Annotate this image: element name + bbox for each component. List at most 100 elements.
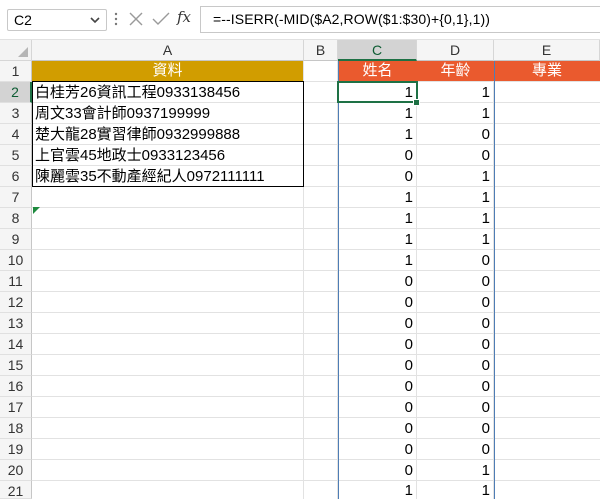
gridline (32, 228, 600, 229)
spreadsheet-grid[interactable]: A B C D E 1 2 3 4 5 6 7 8 9 10 11 12 13 … (0, 40, 600, 499)
cell-c-value[interactable]: 0 (338, 460, 417, 481)
cell-c-value[interactable]: 1 (338, 229, 417, 250)
cancel-icon[interactable] (128, 11, 144, 27)
cell-d-value[interactable]: 1 (417, 166, 494, 187)
cell-c-value[interactable]: 0 (338, 355, 417, 376)
gridline (32, 249, 600, 250)
row-header[interactable]: 11 (0, 271, 32, 292)
row-header[interactable]: 8 (0, 208, 32, 229)
row-header[interactable]: 9 (0, 229, 32, 250)
column-header-c[interactable]: C (338, 40, 417, 61)
cell-c-value[interactable]: 1 (338, 82, 417, 103)
gridline (32, 312, 600, 313)
formula-bar: C2 fx =--ISERR(-MID($A2,ROW($1:$30)+{0,1… (0, 0, 600, 40)
cell-d-value[interactable]: 0 (417, 250, 494, 271)
row-header[interactable]: 13 (0, 313, 32, 334)
cell-c-value[interactable]: 0 (338, 292, 417, 313)
gridline (32, 417, 600, 418)
row-header[interactable]: 5 (0, 145, 32, 166)
row-header[interactable]: 6 (0, 166, 32, 187)
cell-d-value[interactable]: 0 (417, 439, 494, 460)
insert-function-icon[interactable]: fx (177, 8, 191, 26)
column-header-a[interactable]: A (32, 40, 304, 61)
cell-d-value[interactable]: 0 (417, 418, 494, 439)
cell-c1-header[interactable]: 姓名 (338, 61, 417, 81)
cell-c-value[interactable]: 0 (338, 145, 417, 166)
gridline (32, 375, 600, 376)
cell-a-data[interactable]: 楚大龍28實習律師0932999888 (32, 124, 303, 145)
gridline (32, 291, 600, 292)
column-header-b[interactable]: B (304, 40, 338, 61)
column-header-e[interactable]: E (494, 40, 600, 61)
cell-a-data[interactable]: 陳麗雲35不動產經紀人0972111111 (32, 166, 303, 187)
cell-d-value[interactable]: 0 (417, 397, 494, 418)
cell-c-value[interactable]: 1 (338, 187, 417, 208)
cell-c-value[interactable]: 1 (338, 481, 417, 499)
cell-c-value[interactable]: 0 (338, 313, 417, 334)
gridline (32, 438, 600, 439)
cell-d-value[interactable]: 0 (417, 292, 494, 313)
enter-check-icon[interactable] (152, 11, 170, 27)
cell-d1-header[interactable]: 年齡 (417, 61, 494, 81)
cell-d-value[interactable]: 0 (417, 376, 494, 397)
cell-c-value[interactable]: 0 (338, 376, 417, 397)
formula-input[interactable]: =--ISERR(-MID($A2,ROW($1:$30)+{0,1},1)) (200, 6, 600, 33)
cell-d-value[interactable]: 0 (417, 124, 494, 145)
row-header[interactable]: 3 (0, 103, 32, 124)
cell-c-value[interactable]: 0 (338, 166, 417, 187)
cell-a1-header[interactable]: 資料 (32, 61, 303, 81)
row-header[interactable]: 15 (0, 355, 32, 376)
row-header[interactable]: 14 (0, 334, 32, 355)
gridline (32, 480, 600, 481)
row-header[interactable]: 4 (0, 124, 32, 145)
cell-d-value[interactable]: 1 (417, 208, 494, 229)
cell-c-value[interactable]: 1 (338, 208, 417, 229)
cell-c-value[interactable]: 0 (338, 418, 417, 439)
error-indicator-icon[interactable] (33, 207, 40, 214)
cell-d-value[interactable]: 0 (417, 313, 494, 334)
cell-c-value[interactable]: 1 (338, 124, 417, 145)
cell-e1-header[interactable]: 專業 (494, 61, 600, 81)
select-all-corner[interactable] (0, 40, 32, 61)
select-all-triangle-icon (18, 47, 28, 57)
cell-d-value[interactable]: 1 (417, 460, 494, 481)
cell-c-value[interactable]: 0 (338, 439, 417, 460)
cell-c-value[interactable]: 1 (338, 103, 417, 124)
cell-d-value[interactable]: 0 (417, 355, 494, 376)
cell-d-value[interactable]: 1 (417, 103, 494, 124)
column-header-d[interactable]: D (417, 40, 494, 61)
gridline (32, 459, 600, 460)
cell-d-value[interactable]: 0 (417, 271, 494, 292)
cell-d-value[interactable]: 0 (417, 145, 494, 166)
cell-d-value[interactable]: 1 (417, 481, 494, 499)
cell-d-value[interactable]: 0 (417, 334, 494, 355)
row-header[interactable]: 19 (0, 439, 32, 460)
cell-a-data[interactable]: 白桂芳26資訊工程0933138456 (32, 82, 303, 103)
cell-c-value[interactable]: 0 (338, 397, 417, 418)
row-header[interactable]: 18 (0, 418, 32, 439)
cell-d-value[interactable]: 1 (417, 229, 494, 250)
row-header[interactable]: 2 (0, 82, 32, 103)
name-box[interactable]: C2 (7, 9, 107, 31)
formula-text: =--ISERR(-MID($A2,ROW($1:$30)+{0,1},1)) (213, 11, 490, 27)
gridline (303, 61, 304, 499)
gridline (32, 207, 600, 208)
row-header[interactable]: 21 (0, 481, 32, 499)
row-header[interactable]: 17 (0, 397, 32, 418)
row-header[interactable]: 10 (0, 250, 32, 271)
row-header[interactable]: 1 (0, 61, 32, 82)
cell-d-value[interactable]: 1 (417, 187, 494, 208)
row-header[interactable]: 12 (0, 292, 32, 313)
row-header[interactable]: 16 (0, 376, 32, 397)
cell-d-value[interactable]: 1 (417, 82, 494, 103)
cell-c-value[interactable]: 0 (338, 271, 417, 292)
cell-a-data[interactable]: 周文33會計師0937199999 (32, 103, 303, 124)
row-header[interactable]: 7 (0, 187, 32, 208)
cell-a-data[interactable]: 上官雲45地政士0933123456 (32, 145, 303, 166)
chevron-down-icon[interactable] (89, 14, 101, 26)
cell-c-value[interactable]: 0 (338, 334, 417, 355)
more-options-icon[interactable] (113, 11, 119, 27)
row-header[interactable]: 20 (0, 460, 32, 481)
fill-handle[interactable] (413, 99, 420, 106)
cell-c-value[interactable]: 1 (338, 250, 417, 271)
